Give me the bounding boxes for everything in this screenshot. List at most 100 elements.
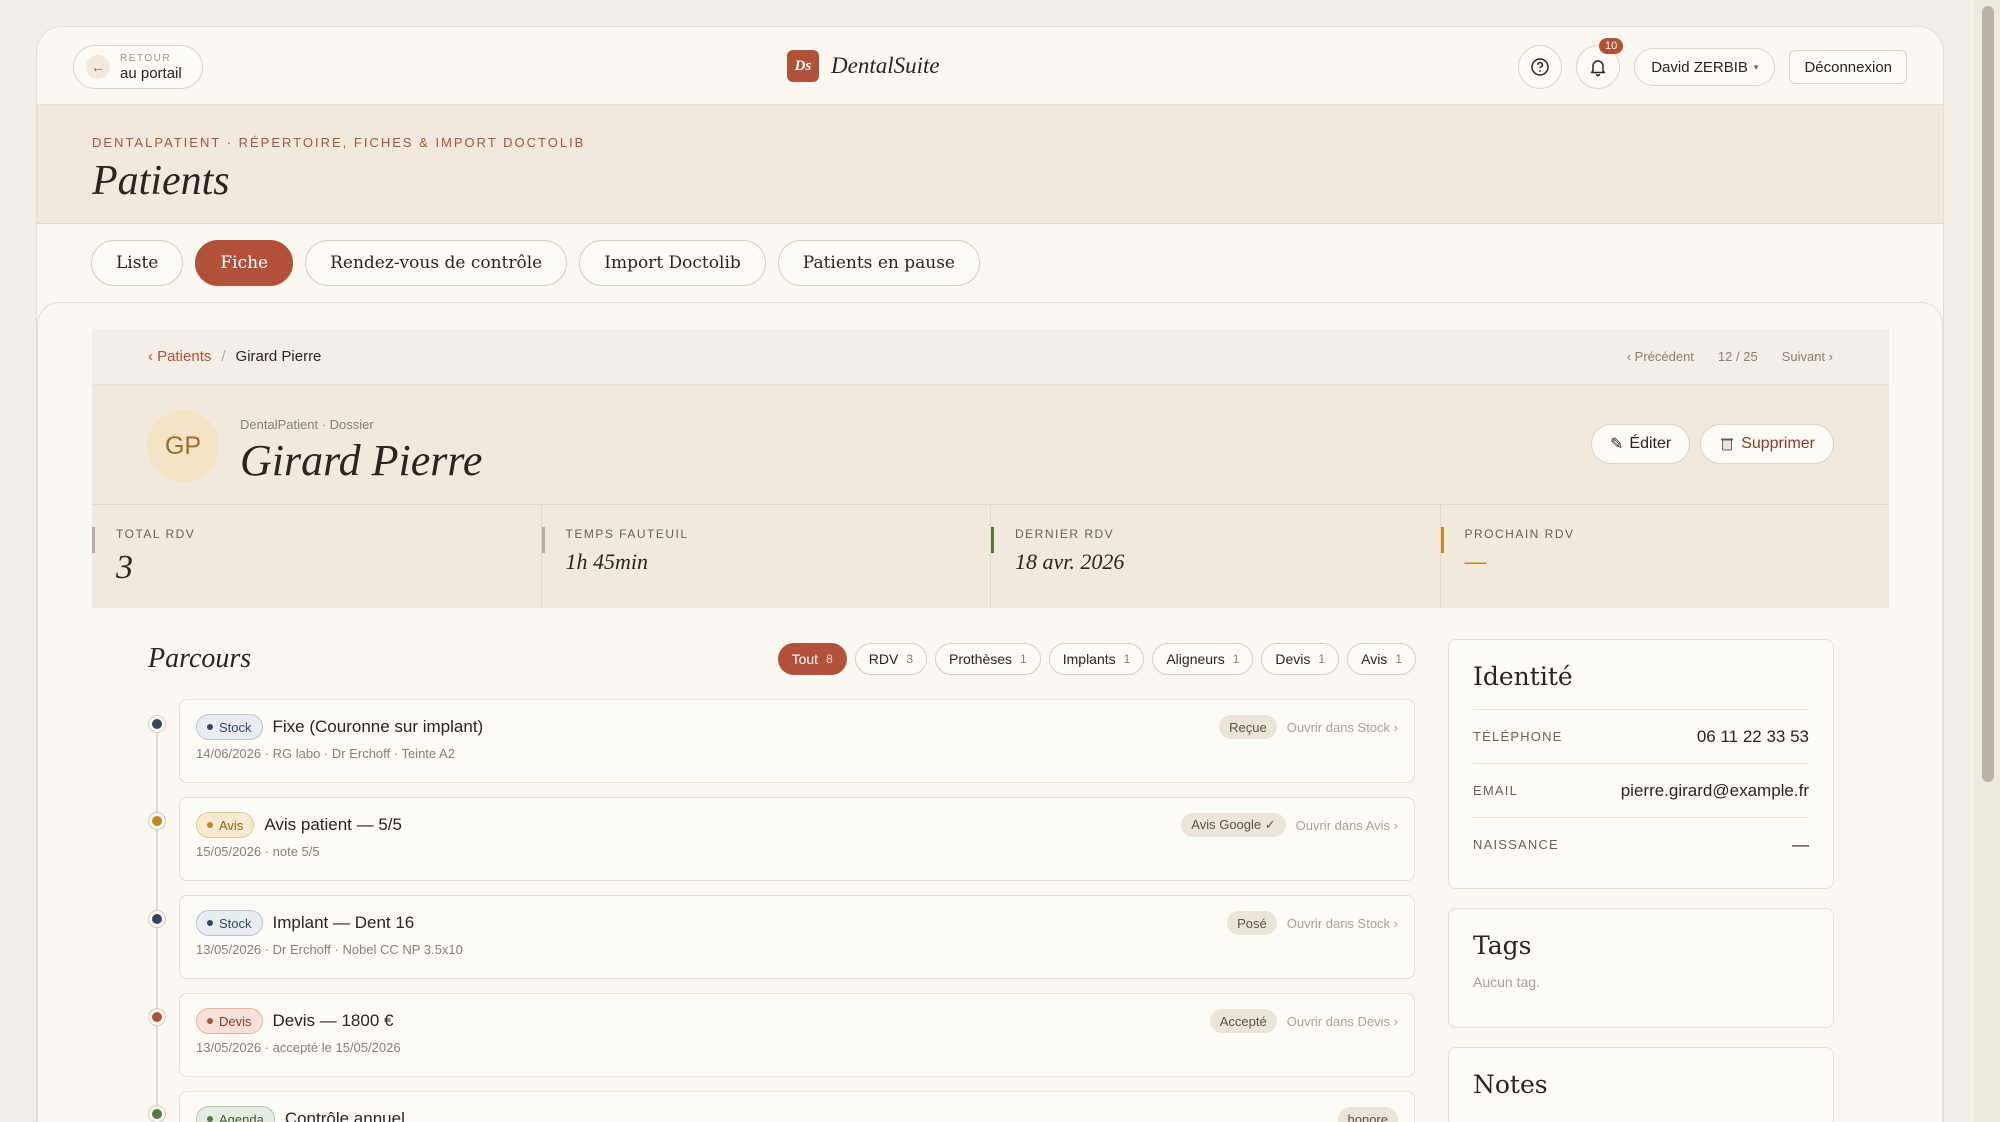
filter-label: Prothèses <box>949 651 1013 667</box>
event-status: honore <box>1337 1107 1398 1122</box>
event-tag: Stock <box>196 714 263 740</box>
event-title: Contrôle annuel <box>284 1109 405 1122</box>
identity-value[interactable]: pierre.girard@example.fr <box>1621 781 1809 801</box>
filter-label: Aligneurs <box>1166 651 1225 667</box>
page-header: DENTALPATIENT · RÉPERTOIRE, FICHES & IMP… <box>37 105 1943 224</box>
stat-value: 3 <box>116 549 133 586</box>
event-open-link[interactable]: Ouvrir dans Stock › <box>1287 916 1398 931</box>
event-open-link[interactable]: Ouvrir dans Devis › <box>1287 1014 1398 1029</box>
previous-patient-link[interactable]: ‹ Précédent <box>1627 349 1694 364</box>
event-title: Implant — Dent 16 <box>272 913 415 932</box>
avatar: GP <box>147 410 219 482</box>
filter-aligneurs[interactable]: Aligneurs 1 <box>1152 643 1254 675</box>
timeline-event[interactable]: Stock Fixe (Couronne sur implant) Reçue … <box>179 699 1415 783</box>
stats-row: TOTAL RDV 3 TEMPS FAUTEUIL 1h 45min DERN… <box>92 505 1889 608</box>
tag-label: Agenda <box>219 1111 264 1122</box>
timeline-dot <box>149 813 165 829</box>
event-meta: 14/06/2026 · RG labo · Dr Erchoff · Tein… <box>196 746 455 761</box>
patient-name: Girard Pierre <box>240 436 483 485</box>
identity-value[interactable]: 06 11 22 33 53 <box>1697 727 1809 747</box>
timeline-dot <box>149 716 165 732</box>
bell-icon <box>1590 60 1606 77</box>
next-patient-link[interactable]: Suivant › <box>1782 349 1833 364</box>
page-scrollbar[interactable] <box>1974 0 2000 1122</box>
filter-count: 1 <box>1318 652 1326 666</box>
stat-accent-bar <box>541 527 545 553</box>
parcours-filters: Tout 8 RDV 3 Prothèses 1 Implants 1 Aligneur… <box>777 643 1416 675</box>
filter-rdv[interactable]: RDV 3 <box>854 643 927 675</box>
delete-button[interactable]: Supprimer <box>1700 424 1834 464</box>
stat-label: PROCHAIN RDV <box>1464 527 1575 541</box>
back-to-portal-button[interactable]: ← RETOUR au portail <box>73 45 203 89</box>
event-status: Avis Google ✓ <box>1181 813 1286 837</box>
filter-tout[interactable]: Tout 8 <box>777 643 847 675</box>
breadcrumb-separator: / <box>221 348 226 365</box>
event-status: Reçue <box>1219 715 1277 739</box>
timeline-dot <box>149 911 165 927</box>
arrow-left-icon: ← <box>86 55 110 79</box>
scrollbar-thumb[interactable] <box>1982 6 1994 782</box>
filter-avis[interactable]: Avis 1 <box>1347 643 1416 675</box>
stat-prochain-rdv: PROCHAIN RDV — <box>1440 505 1890 608</box>
filter-devis[interactable]: Devis 1 <box>1261 643 1340 675</box>
top-bar: ← RETOUR au portail Ds DentalSuite 10 Da… <box>37 27 1943 105</box>
timeline-dot <box>149 1106 165 1122</box>
notes-title: Notes <box>1473 1070 1548 1099</box>
tag-label: Devis <box>219 1013 252 1029</box>
filter-implants[interactable]: Implants 1 <box>1048 643 1145 675</box>
event-title: Avis patient — 5/5 <box>264 815 402 834</box>
filter-label: Implants <box>1062 651 1116 667</box>
timeline-event[interactable]: Stock Implant — Dent 16 Posé Ouvrir dans… <box>179 895 1415 979</box>
filter-label: Tout <box>791 651 819 667</box>
event-meta: 13/05/2026 · Dr Erchoff · Nobel CC NP 3.… <box>196 942 463 957</box>
stat-accent-bar <box>1440 527 1444 553</box>
event-title: Devis — 1800 € <box>272 1011 394 1030</box>
brand-name: DentalSuite <box>831 53 940 78</box>
filter-protheses[interactable]: Prothèses 1 <box>935 643 1041 675</box>
stat-temps-fauteuil: TEMPS FAUTEUIL 1h 45min <box>541 505 991 608</box>
timeline-event[interactable]: Avis Avis patient — 5/5 Avis Google ✓ Ou… <box>179 797 1415 881</box>
tab-rendez-vous-controle[interactable]: Rendez-vous de contrôle <box>305 240 568 286</box>
breadcrumb-patients-link[interactable]: ‹ Patients <box>148 348 211 365</box>
event-status: Accepté <box>1209 1009 1277 1033</box>
edit-button[interactable]: ✎ Éditer <box>1590 424 1691 464</box>
user-menu-button[interactable]: David ZERBIB ▾ <box>1634 48 1776 86</box>
tag-label: Stock <box>219 719 252 735</box>
stat-accent-bar <box>92 527 95 553</box>
back-main-label: au portail <box>120 64 182 82</box>
timeline-event[interactable]: Agenda Contrôle annuel honore <box>179 1091 1415 1122</box>
identity-row-telephone: TÉLÉPHONE 06 11 22 33 53 <box>1473 709 1809 763</box>
stat-label: TEMPS FAUTEUIL <box>565 527 689 541</box>
identity-title: Identité <box>1473 662 1573 691</box>
filter-count: 1 <box>1123 652 1131 666</box>
breadcrumb-current: Girard Pierre <box>235 348 322 365</box>
identity-label: TÉLÉPHONE <box>1473 729 1563 744</box>
edit-label: Éditer <box>1629 435 1672 452</box>
identity-row-email: EMAIL pierre.girard@example.fr <box>1473 763 1809 817</box>
tag-dot <box>207 822 213 828</box>
tab-fiche[interactable]: Fiche <box>195 240 294 286</box>
help-button[interactable] <box>1518 45 1563 89</box>
tag-dot <box>207 920 213 926</box>
event-open-link[interactable]: Ouvrir dans Stock › <box>1287 720 1398 735</box>
timeline-event[interactable]: Devis Devis — 1800 € Accepté Ouvrir dans… <box>179 993 1415 1077</box>
pencil-icon: ✎ <box>1609 436 1624 453</box>
tag-label: Avis <box>219 817 244 833</box>
event-tag: Devis <box>196 1008 263 1034</box>
logout-button[interactable]: Déconnexion <box>1789 50 1907 84</box>
event-open-link[interactable]: Ouvrir dans Avis › <box>1296 818 1398 833</box>
parcours-title: Parcours <box>148 643 252 674</box>
notes-panel: Notes <box>1448 1047 1834 1122</box>
filter-count: 1 <box>1395 652 1402 666</box>
stat-value: 1h 45min <box>565 549 649 574</box>
back-small-label: RETOUR <box>120 52 172 64</box>
tab-bar: Liste Fiche Rendez-vous de contrôle Impo… <box>91 240 980 286</box>
tab-patients-en-pause[interactable]: Patients en pause <box>777 240 980 286</box>
notifications-button[interactable]: 10 <box>1576 38 1624 89</box>
patient-position: 12 / 25 <box>1717 349 1758 364</box>
tab-liste[interactable]: Liste <box>91 240 184 286</box>
tab-import-doctolib[interactable]: Import Doctolib <box>579 240 766 286</box>
dossier-label: DentalPatient · Dossier <box>240 417 374 432</box>
tag-label: Stock <box>219 915 252 931</box>
timeline-dot <box>149 1009 165 1025</box>
